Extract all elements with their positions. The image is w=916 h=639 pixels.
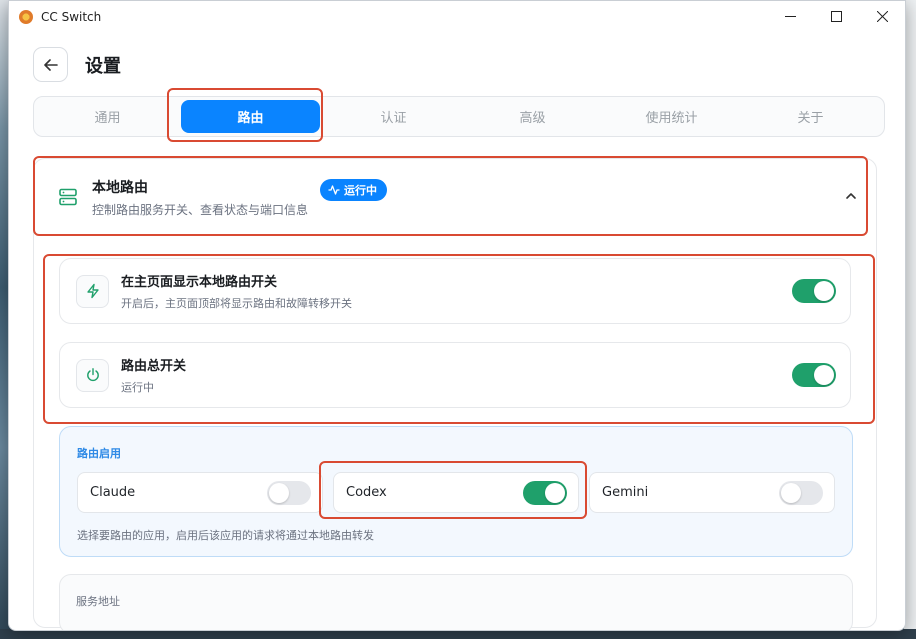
tab-usage-stats[interactable]: 使用统计 (602, 100, 741, 133)
row-text: 在主页面显示本地路由开关 开启后，主页面顶部将显示路由和故障转移开关 (121, 271, 352, 311)
close-window-button[interactable] (859, 1, 905, 32)
section-title: 本地路由 (92, 179, 148, 196)
app-window: CC Switch 设置 通用 路由 认证 高级 使用统计 关于 本地路由 控制… (8, 0, 906, 631)
row-subtitle: 运行中 (121, 381, 154, 394)
tab-general[interactable]: 通用 (38, 100, 177, 133)
tab-auth[interactable]: 认证 (324, 100, 463, 133)
show-home-switch-toggle[interactable] (792, 279, 836, 303)
back-button[interactable] (33, 47, 68, 82)
row-text: 路由总开关 运行中 (121, 355, 186, 395)
apps-panel-hint: 选择要路由的应用，启用后该应用的请求将通过本地路由转发 (77, 529, 374, 542)
app-logo-icon (19, 9, 33, 24)
power-icon (86, 368, 99, 382)
row-subtitle: 开启后，主页面顶部将显示路由和故障转移开关 (121, 297, 352, 310)
tab-about[interactable]: 关于 (741, 100, 880, 133)
toggle-knob (545, 483, 565, 503)
maximize-icon (830, 11, 842, 22)
title-bar: CC Switch (9, 1, 905, 32)
maximize-button[interactable] (813, 1, 859, 32)
row-icon-box (76, 358, 109, 392)
apps-panel-label: 路由启用 (77, 447, 121, 460)
app-name: Codex (346, 485, 387, 500)
tab-routing[interactable]: 路由 (181, 100, 320, 133)
app-name: Gemini (602, 485, 649, 500)
routing-master-toggle[interactable] (792, 363, 836, 387)
row-icon-box (76, 274, 109, 308)
window-controls (767, 1, 905, 32)
app-name: Claude (90, 485, 136, 500)
codex-routing-toggle[interactable] (523, 481, 567, 505)
app-card-claude: Claude (77, 472, 323, 513)
toggle-knob (781, 483, 801, 503)
toggle-knob (269, 483, 289, 503)
claude-routing-toggle[interactable] (267, 481, 311, 505)
activity-icon (328, 185, 340, 195)
toggle-knob (814, 365, 834, 385)
status-badge-label: 运行中 (344, 184, 378, 197)
app-card-codex: Codex (333, 472, 579, 513)
chevron-up-icon[interactable] (844, 189, 858, 203)
section-header[interactable]: 本地路由 控制路由服务开关、查看状态与端口信息 运行中 (34, 159, 878, 235)
status-badge: 运行中 (320, 179, 388, 201)
tab-advanced[interactable]: 高级 (463, 100, 602, 133)
routing-apps-panel: 路由启用 Claude Codex Gemini 选择要路由的应用，启用后该应用… (59, 426, 853, 557)
server-icon (59, 188, 77, 206)
routing-master-switch-row: 路由总开关 运行中 (59, 342, 851, 408)
app-card-gemini: Gemini (589, 472, 835, 513)
section-subtitle: 控制路由服务开关、查看状态与端口信息 (92, 202, 309, 217)
row-title: 在主页面显示本地路由开关 (121, 275, 278, 290)
service-address-label: 服务地址 (76, 595, 120, 608)
local-routing-section: 本地路由 控制路由服务开关、查看状态与端口信息 运行中 在主页面显示本地路由开关… (33, 158, 878, 630)
page-title: 设置 (85, 55, 121, 77)
service-address-card: 服务地址 (59, 574, 853, 630)
minimize-icon (784, 16, 796, 17)
arrow-left-icon (43, 58, 58, 71)
row-title: 路由总开关 (121, 359, 187, 374)
page-header: 设置 (33, 47, 121, 82)
minimize-button[interactable] (767, 1, 813, 32)
show-toggle-on-home-row: 在主页面显示本地路由开关 开启后，主页面顶部将显示路由和故障转移开关 (59, 258, 851, 324)
toggle-knob (814, 281, 834, 301)
gemini-routing-toggle[interactable] (779, 481, 823, 505)
section-text: 本地路由 控制路由服务开关、查看状态与端口信息 (92, 177, 308, 218)
settings-tabs: 通用 路由 认证 高级 使用统计 关于 (33, 96, 885, 137)
close-icon (876, 11, 888, 22)
lightning-icon (86, 283, 99, 299)
window-title: CC Switch (41, 9, 102, 24)
